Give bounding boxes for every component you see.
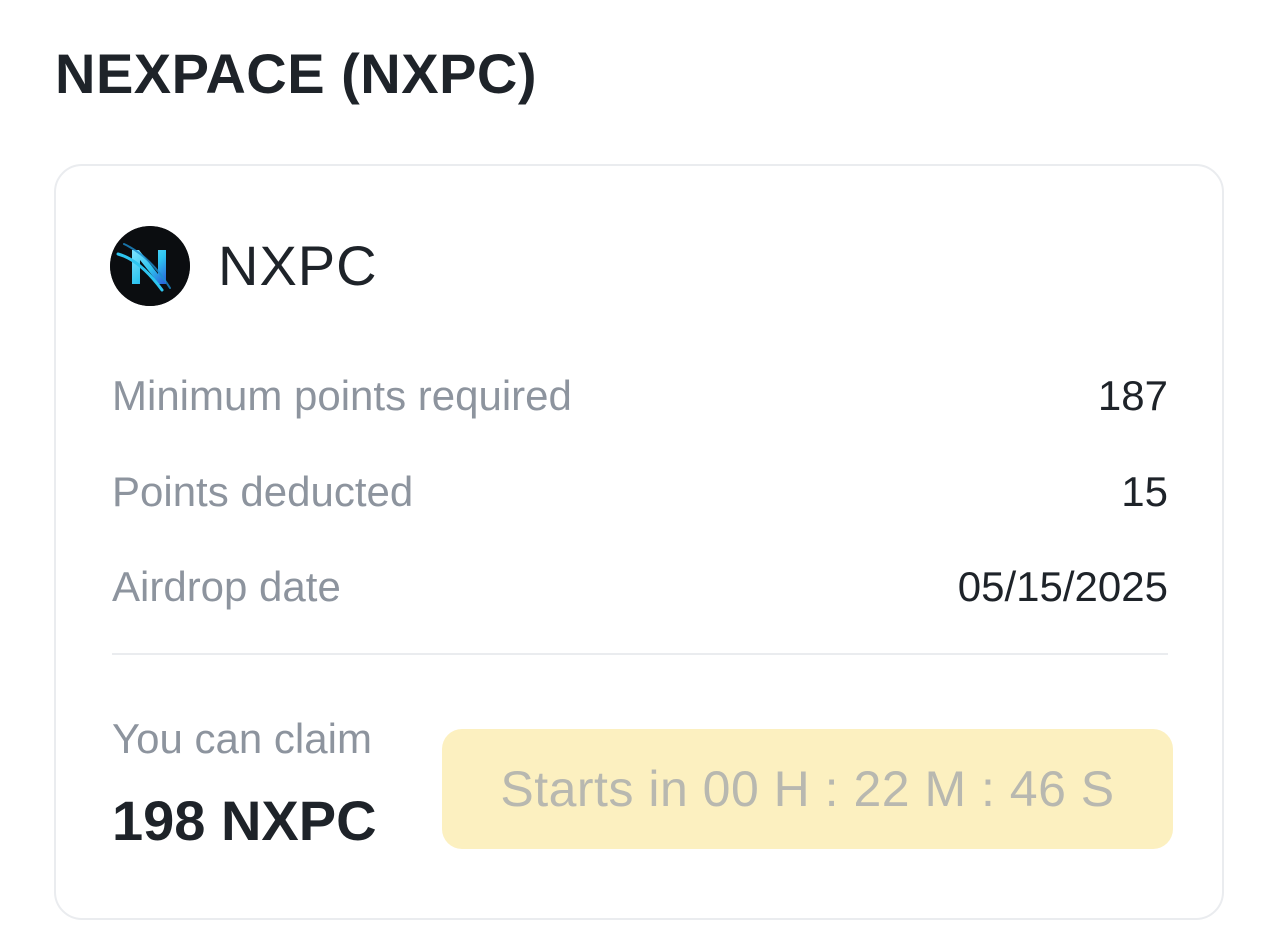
- claim-countdown-button[interactable]: Starts in 00 H : 22 M : 46 S: [442, 729, 1173, 849]
- detail-label: Minimum points required: [112, 372, 572, 419]
- detail-value: 187: [1097, 372, 1168, 419]
- token-name: NXPC: [218, 234, 378, 297]
- detail-row-airdrop-date: Airdrop date 05/15/2025: [112, 557, 1168, 617]
- detail-label: Points deducted: [112, 468, 414, 515]
- page-title: NEXPACE (NXPC): [55, 42, 538, 105]
- airdrop-card: NXPC Minimum points required 187 Points …: [54, 164, 1224, 920]
- detail-value: 05/15/2025: [957, 563, 1168, 610]
- claim-label: You can claim: [112, 715, 372, 762]
- detail-row-points-deducted: Points deducted 15: [112, 462, 1168, 522]
- token-header: NXPC: [110, 226, 378, 306]
- divider: [112, 653, 1168, 655]
- detail-label: Airdrop date: [112, 563, 341, 610]
- detail-row-minimum-points: Minimum points required 187: [112, 366, 1168, 426]
- detail-value: 15: [1121, 468, 1168, 515]
- nxpc-logo-icon: [110, 226, 190, 306]
- claim-amount: 198 NXPC: [112, 789, 377, 852]
